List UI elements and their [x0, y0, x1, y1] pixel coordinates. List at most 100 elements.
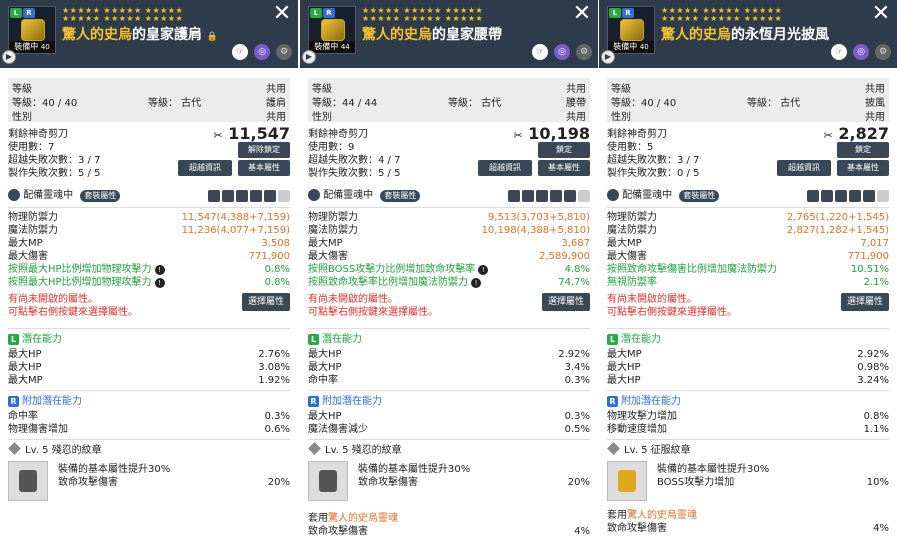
info-icon[interactable]: !	[478, 265, 489, 275]
set-attribute-tag[interactable]: 套裝屬性	[380, 190, 421, 202]
potential-value: 0.98%	[857, 362, 889, 373]
set-label: 致命攻擊傷害	[308, 526, 368, 537]
additional-value: 0.6%	[264, 424, 290, 435]
additional-potential-row: 命中率 0.3%	[8, 410, 290, 423]
wing-icon	[863, 190, 875, 202]
gender-value: 共用	[266, 112, 286, 123]
potential-row: 最大HP 3.4%	[308, 361, 590, 374]
hand-pointer-icon[interactable]: ☞	[831, 44, 847, 60]
hand-pointer-icon[interactable]: ☞	[532, 44, 548, 60]
select-attribute-button[interactable]: 選擇屬性	[542, 293, 590, 311]
item-name: 的永恆月光披風	[731, 27, 829, 43]
star-rating: ★★★★★ ★★★★★ ★★★★★	[661, 14, 783, 23]
potential-row: 最大HP 3.24%	[607, 374, 889, 387]
lock-toggle-button[interactable]: 解除鎖定	[238, 142, 290, 158]
item-title: 驚人的史烏的皇家腰帶	[362, 24, 502, 44]
compare-icon[interactable]: ◎	[853, 44, 869, 60]
stat-row: 物理防禦力 2,765(1,220+1,545)	[607, 211, 889, 224]
settings-icon[interactable]: ⚙	[276, 44, 292, 60]
base-stats-button[interactable]: 基本屬性	[238, 160, 290, 176]
shield-icon	[835, 190, 847, 202]
transcend-info-button[interactable]: 超越資訊	[478, 160, 532, 176]
play-icon[interactable]: ▶	[2, 50, 16, 64]
stat-value: 2,827(1,282+1,545)	[786, 225, 889, 236]
legend-badge-icon: L	[8, 334, 19, 345]
scissor-section: 剩餘神奇剪刀 使用數：5 超越失敗次數：3 / 7 製作失敗次數：0 / 5 ✂…	[599, 124, 897, 186]
transcend-info-button[interactable]: 超越資訊	[777, 160, 831, 176]
base-stats-button[interactable]: 基本屬性	[837, 160, 889, 176]
level-value: 等級：40 / 40	[12, 98, 78, 109]
close-icon[interactable]: ✕	[272, 3, 292, 25]
potential-label: 最大MP	[607, 349, 642, 360]
lock-toggle-button[interactable]: 鎖定	[538, 142, 590, 158]
star-rating: ★★★★★ ★★★★★ ★★★★★	[362, 14, 484, 23]
compare-icon[interactable]: ◎	[554, 44, 570, 60]
stat-label: 最大MP	[8, 238, 43, 249]
additional-potential-section: R 附加潛在能力 最大HP 0.3% 魔法傷害減少 0.5%	[300, 394, 598, 436]
scissor-icon: ✂	[213, 129, 223, 142]
set-prefix: 套用	[308, 513, 328, 524]
stat-value: 74.7%	[558, 277, 590, 288]
empty-slot-icon	[877, 190, 889, 202]
skull-icon	[222, 190, 234, 202]
potential-value: 2.92%	[558, 349, 590, 360]
set-prefix: 套用	[607, 510, 627, 521]
info-icon[interactable]: !	[154, 278, 165, 288]
info-icon[interactable]: !	[471, 278, 481, 288]
sword-icon	[807, 190, 819, 202]
additional-label: 物理攻擊力增加	[607, 411, 677, 422]
play-icon[interactable]: ▶	[302, 50, 316, 64]
level-heading: 等級	[12, 84, 32, 95]
scissor-count: ✂ 2,827	[823, 124, 889, 143]
slot-type: 披風	[865, 98, 885, 109]
emblem-image	[308, 461, 348, 501]
potential-heading: L 潛在能力	[8, 332, 290, 348]
soul-slot-icons	[208, 190, 290, 202]
additional-value: 0.3%	[564, 411, 590, 422]
emblem-stat-value: 20%	[267, 477, 290, 488]
compare-icon[interactable]: ◎	[254, 44, 270, 60]
emblem-stat-value: 10%	[866, 477, 889, 488]
stat-value: 2,589,900	[539, 251, 590, 262]
soul-row: 配備靈魂中 套裝屬性	[300, 188, 598, 204]
skull-icon	[821, 190, 833, 202]
lock-toggle-button[interactable]: 鎖定	[837, 142, 889, 158]
stat-label: 物理防禦力	[607, 212, 657, 223]
emblem-image	[8, 461, 48, 501]
settings-icon[interactable]: ⚙	[576, 44, 592, 60]
potential-label: 最大HP	[308, 349, 342, 360]
settings-icon[interactable]: ⚙	[875, 44, 891, 60]
stat-label: 最大傷害	[8, 251, 48, 262]
stat-value: 2,765(1,220+1,545)	[786, 212, 889, 223]
set-attribute-tag[interactable]: 套裝屬性	[80, 190, 121, 202]
item-tooltip-panel: L R 裝備中 44 ▶ ★★★★★ ★★★★★ ★★★★★ ★★★★★ ★★★…	[300, 0, 598, 540]
item-icon: L R 裝備中 44	[308, 6, 356, 54]
hand-pointer-icon[interactable]: ☞	[232, 44, 248, 60]
stat-value: 2.1%	[863, 277, 889, 288]
close-icon[interactable]: ✕	[572, 3, 592, 25]
item-tooltip-panel: L R 裝備中 40 ▶ ★★★★★ ★★★★★ ★★★★★ ★★★★★ ★★★…	[0, 0, 298, 540]
select-attribute-button[interactable]: 選擇屬性	[841, 293, 889, 311]
info-icon[interactable]: !	[154, 265, 165, 275]
select-attribute-button[interactable]: 選擇屬性	[242, 293, 290, 311]
emblem-desc: 裝備的基本屬性提升30%	[58, 464, 171, 475]
set-attribute-tag[interactable]: 套裝屬性	[679, 190, 720, 202]
play-icon[interactable]: ▶	[601, 50, 615, 64]
legend-badge-icon: L	[609, 8, 621, 18]
equipment-art-icon	[321, 19, 345, 41]
potential-value: 3.08%	[258, 362, 290, 373]
stat-value: 11,236(4,077+7,159)	[181, 225, 290, 236]
gender-label: 性別	[611, 112, 631, 123]
additional-potential-row: 物理攻擊力增加 0.8%	[607, 410, 889, 423]
emblem-image	[607, 461, 647, 501]
emblem-title: Lv. 5 征服紋章	[607, 442, 889, 459]
close-icon[interactable]: ✕	[871, 3, 891, 25]
scissor-icon: ✂	[513, 129, 523, 142]
lock-icon: 🔒	[206, 32, 219, 42]
stat-row: 按照BOSS攻擊力比例增加致命攻擊率! 4.8%	[308, 263, 590, 276]
transcend-info-button[interactable]: 超越資訊	[178, 160, 232, 176]
slot-type: 護肩	[266, 98, 286, 109]
scissor-count: ✂ 11,547	[213, 124, 290, 143]
stat-label: 按照最大HP比例增加物理攻擊力	[8, 264, 152, 275]
base-stats-button[interactable]: 基本屬性	[538, 160, 590, 176]
